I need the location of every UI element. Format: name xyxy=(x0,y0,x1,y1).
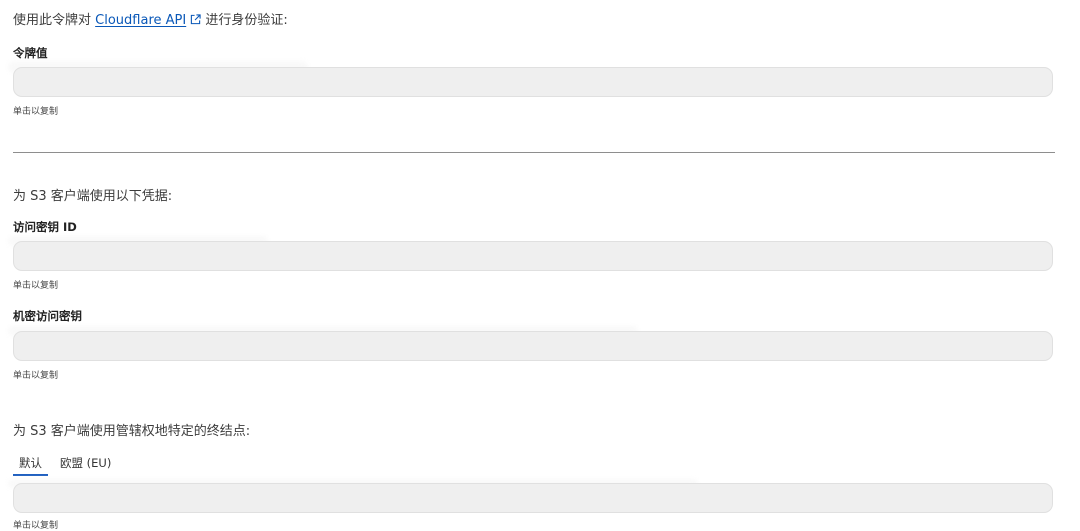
access-key-copy-hint: 单击以复制 xyxy=(13,281,59,291)
access-key-field[interactable] xyxy=(13,241,1053,271)
endpoint-copy-hint: 单击以复制 xyxy=(13,521,59,531)
access-key-label: 访问密钥 ID xyxy=(13,220,77,234)
api-intro: 使用此令牌对 Cloudflare API 进行身份验证: xyxy=(13,9,288,28)
api-intro-suffix: 进行身份验证: xyxy=(205,13,288,28)
tab-eu[interactable]: 欧盟 (EU) xyxy=(60,455,111,471)
tab-default[interactable]: 默认 xyxy=(19,455,42,471)
endpoint-intro: 为 S3 客户端使用管辖权地特定的终结点: xyxy=(13,424,251,439)
token-copy-hint: 单击以复制 xyxy=(13,107,59,117)
token-label: 令牌值 xyxy=(13,46,48,60)
tab-default-underline xyxy=(13,474,48,476)
endpoint-field[interactable] xyxy=(13,483,1053,513)
cloudflare-api-link[interactable]: Cloudflare API xyxy=(95,13,186,28)
s3-intro: 为 S3 客户端使用以下凭据: xyxy=(13,189,173,204)
token-field[interactable] xyxy=(13,67,1053,97)
section-divider xyxy=(13,152,1055,153)
secret-key-copy-hint: 单击以复制 xyxy=(13,371,59,381)
api-intro-prefix: 使用此令牌对 xyxy=(13,13,92,28)
external-link-icon[interactable] xyxy=(190,14,201,25)
secret-key-label: 机密访问密钥 xyxy=(13,309,82,323)
secret-key-field[interactable] xyxy=(13,331,1053,361)
